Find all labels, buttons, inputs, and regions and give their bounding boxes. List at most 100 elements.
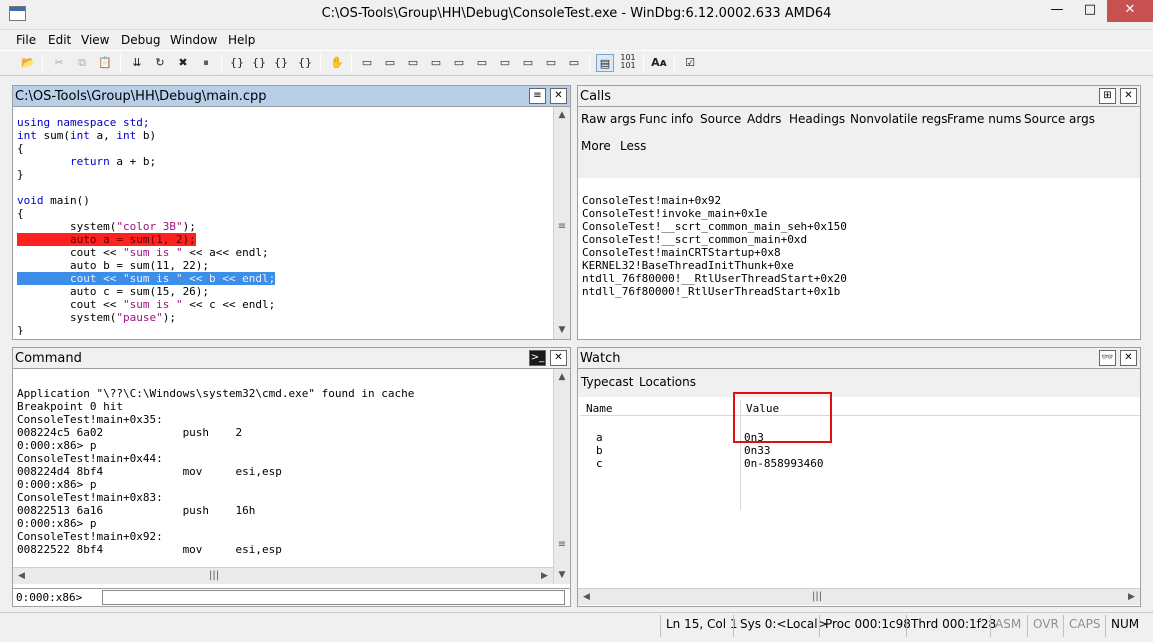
toolbar-separator [320,54,321,73]
font-icon[interactable]: Aᴀ [650,54,668,72]
calls-pane-options-icon[interactable]: ⊞ [1099,88,1116,104]
run-to-cursor-icon[interactable]: {} [296,54,314,72]
stack-frame[interactable]: ConsoleTest!__scrt_common_main+0xd [582,233,1137,246]
calls-option-more[interactable]: More [581,139,611,153]
cut-icon[interactable]: ✂ [50,54,68,72]
watch-pane-options-icon[interactable]: 👓 [1099,350,1116,366]
scroll-thumb[interactable]: ≡ [554,221,570,232]
status-position: Ln 15, Col 1 [666,617,738,631]
calls-option-nonvolatile-regs[interactable]: Nonvolatile regs [850,112,948,126]
source-mode-toggle-icon[interactable]: ▤ [596,54,614,72]
hex-mode-icon[interactable]: 101 101 [619,54,637,72]
command-horizontal-scrollbar[interactable]: ◀ ||| ▶ [13,567,553,584]
source-pane-options-icon[interactable]: ≡ [529,88,546,104]
calls-option-frame-nums[interactable]: Frame nums [947,112,1021,126]
watch-option-typecast[interactable]: Typecast [581,375,633,389]
go-icon[interactable]: ⇊ [128,54,146,72]
output-line: ConsoleTest!main+0x35: [17,413,163,426]
command-pane: Command >_ ✕ Application "\??\C:\Windows… [12,347,571,607]
current-line[interactable]: cout << "sum is " << b << endl; [17,272,547,285]
step-over-icon[interactable]: {} [250,54,268,72]
stack-frame[interactable]: ConsoleTest!invoke_main+0x1e [582,207,1137,220]
menu-debug[interactable]: Debug [121,33,160,47]
scroll-left-icon[interactable]: ◀ [13,568,30,584]
scroll-left-icon[interactable]: ◀ [578,589,595,605]
scratch-icon[interactable]: ▭ [565,54,583,72]
watch-row-value[interactable]: 0n-858993460 [744,457,823,470]
scroll-thumb[interactable]: ||| [812,589,822,605]
scroll-thumb[interactable]: ≡ [554,539,570,550]
call-stack-list[interactable]: ConsoleTest!main+0x92 ConsoleTest!invoke_… [582,181,1137,336]
scroll-up-icon[interactable]: ▲ [554,369,570,386]
disassembly-window-icon[interactable]: ▭ [496,54,514,72]
command-pane-close-icon[interactable]: ✕ [550,350,567,366]
watch-names: abc [596,418,609,496]
command-window-icon[interactable]: ▭ [358,54,376,72]
options-icon[interactable]: ☑ [681,54,699,72]
output-line: Breakpoint 0 hit [17,400,123,413]
calls-option-less[interactable]: Less [620,139,646,153]
command-vertical-scrollbar[interactable]: ▲ ≡ ▼ [553,369,570,584]
menu-edit[interactable]: Edit [48,33,71,47]
restart-icon[interactable]: ↻ [151,54,169,72]
watch-option-locations[interactable]: Locations [639,375,696,389]
registers-window-icon[interactable]: ▭ [427,54,445,72]
toolbar-separator [221,54,222,73]
source-code[interactable]: using namespace std; int sum(int a, int b… [17,103,547,335]
calls-option-addrs[interactable]: Addrs [747,112,781,126]
stack-frame[interactable]: ConsoleTest!__scrt_common_main_seh+0x150 [582,220,1137,233]
calls-option-source[interactable]: Source [700,112,741,126]
break-icon[interactable]: ⏸ [197,54,215,72]
step-out-icon[interactable]: {} [272,54,290,72]
scroll-up-icon[interactable]: ▲ [554,107,570,124]
calls-pane-close-icon[interactable]: ✕ [1120,88,1137,104]
copy-icon[interactable]: ⧉ [73,54,91,72]
calls-option-source-args[interactable]: Source args [1024,112,1095,126]
maximize-button[interactable]: □ [1074,0,1106,22]
paste-icon[interactable]: 📋 [96,54,114,72]
status-bar: Ln 15, Col 1 Sys 0:<Local> Proc 000:1c98… [0,612,1153,642]
source-pane-close-icon[interactable]: ✕ [550,88,567,104]
watch-pane-close-icon[interactable]: ✕ [1120,350,1137,366]
watch-horizontal-scrollbar[interactable]: ◀ ||| ▶ [578,588,1140,605]
step-into-icon[interactable]: {} [228,54,246,72]
minimize-button[interactable]: — [1041,0,1073,22]
menu-help[interactable]: Help [228,33,255,47]
scroll-thumb[interactable]: ||| [209,568,219,584]
breakpoint-line[interactable]: auto a = sum(1, 2); [17,233,547,246]
stack-frame[interactable]: ntdll_76f80000!__RtlUserThreadStart+0x20 [582,272,1137,285]
menu-view[interactable]: View [81,33,109,47]
locals-window-icon[interactable]: ▭ [404,54,422,72]
command-input[interactable] [102,590,565,605]
watch-row-value[interactable]: 0n33 [744,444,823,457]
call-stack-icon[interactable]: ▭ [473,54,491,72]
stop-icon[interactable]: ✖ [174,54,192,72]
scroll-down-icon[interactable]: ▼ [554,322,570,339]
scroll-right-icon[interactable]: ▶ [536,568,553,584]
watch-row-name[interactable]: a [596,431,609,444]
scratch-pad-icon[interactable]: ▭ [519,54,537,72]
watch-header-name[interactable]: Name [586,402,613,415]
menu-window[interactable]: Window [170,33,217,47]
open-icon[interactable]: 📂 [19,54,37,72]
menu-file[interactable]: File [16,33,36,47]
command-prompt-icon[interactable]: >_ [529,350,546,366]
calls-option-raw-args[interactable]: Raw args [581,112,636,126]
close-button[interactable]: ✕ [1107,0,1153,22]
calls-option-func-info[interactable]: Func info [639,112,693,126]
stack-frame[interactable]: KERNEL32!BaseThreadInitThunk+0xe [582,259,1137,272]
watch-row-name[interactable]: c [596,457,609,470]
calls-option-headings[interactable]: Headings [789,112,845,126]
stack-frame[interactable]: ConsoleTest!main+0x92 [582,194,1137,207]
memory-window-icon[interactable]: ▭ [450,54,468,72]
scroll-down-icon[interactable]: ▼ [554,567,570,584]
watch-window-icon[interactable]: ▭ [381,54,399,72]
source-mode-icon[interactable]: ✋ [328,54,346,72]
watch-row-name[interactable]: b [596,444,609,457]
source-vertical-scrollbar[interactable]: ▲ ≡ ▼ [553,107,570,339]
command-output[interactable]: Application "\??\C:\Windows\system32\cmd… [17,374,551,566]
stack-frame[interactable]: ntdll_76f80000!_RtlUserThreadStart+0x1b [582,285,1137,298]
processes-threads-icon[interactable]: ▭ [542,54,560,72]
stack-frame[interactable]: ConsoleTest!mainCRTStartup+0x8 [582,246,1137,259]
scroll-right-icon[interactable]: ▶ [1123,589,1140,605]
